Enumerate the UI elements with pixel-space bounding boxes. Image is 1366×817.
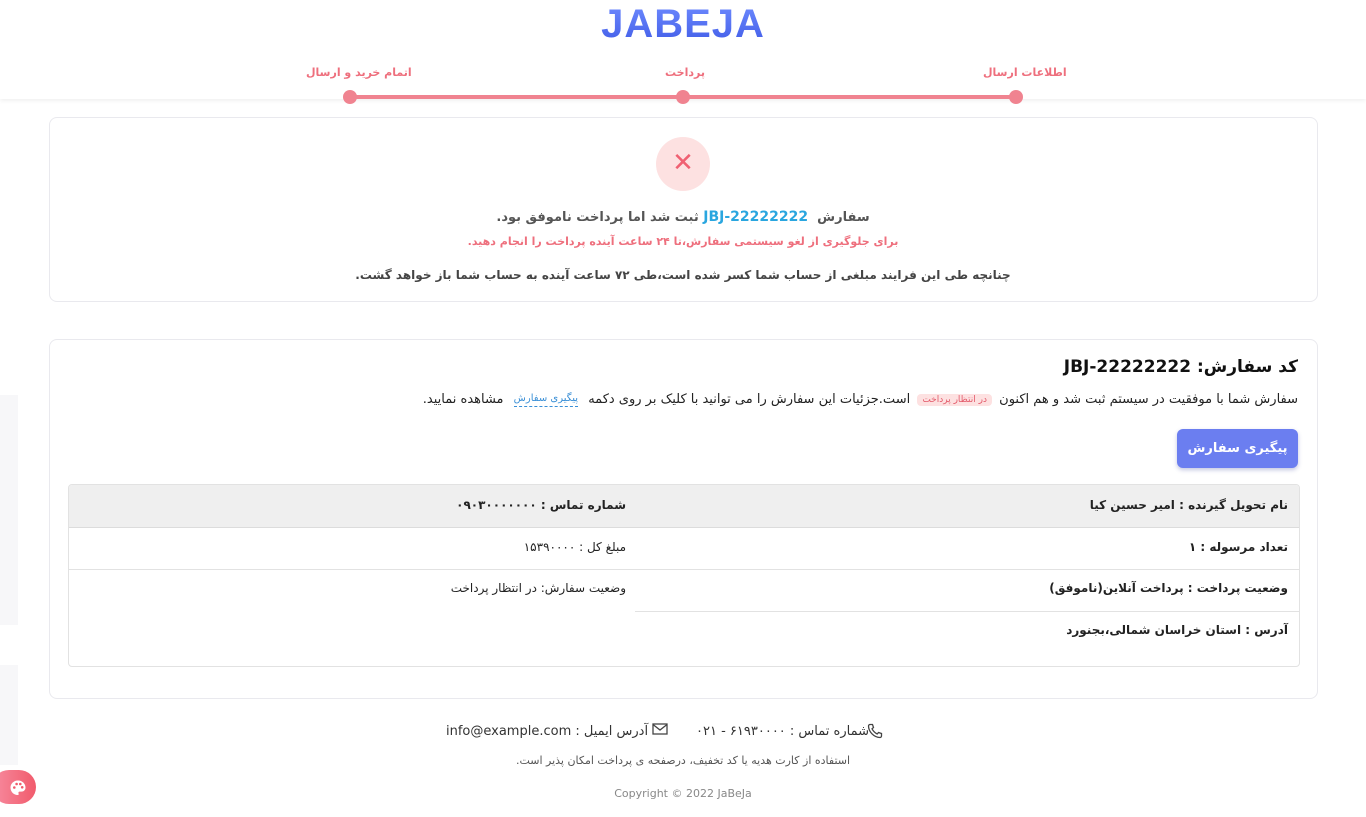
payment-status: وضعیت پرداخت : پرداخت آنلاین(ناموفق) xyxy=(1049,581,1288,595)
step-label-shipping: اطلاعات ارسال xyxy=(983,66,1067,79)
failure-warning: برای جلوگیری از لغو سیستمی سفارش،تا ۲۴ س… xyxy=(467,235,899,248)
footer-email[interactable]: آدرس ایمیل : info@example.com xyxy=(446,724,648,739)
track-order-button[interactable]: پیگیری سفارش xyxy=(1177,429,1298,468)
row-divider xyxy=(635,611,1299,612)
logo[interactable]: JABEJA xyxy=(0,2,1366,47)
track-order-link[interactable]: پیگیری سفارش xyxy=(513,393,579,407)
shipping-address: آدرس : استان خراسان شمالی،بجنورد xyxy=(1066,623,1288,637)
close-icon: ✕ xyxy=(656,137,710,191)
step-label-payment: پرداخت xyxy=(665,66,705,79)
copyright: Copyright © 2022 JaBeJa xyxy=(614,787,752,800)
step-dot-shipping xyxy=(1009,90,1023,104)
row-divider xyxy=(69,569,1299,570)
failure-post: ثبت شد اما پرداخت ناموفق بود. xyxy=(496,210,699,225)
side-panel-edge xyxy=(0,395,18,625)
phone-icon xyxy=(867,723,883,739)
step-label-complete: اتمام خرید و ارسال xyxy=(306,66,412,79)
mail-icon xyxy=(652,722,668,738)
recipient-name: نام تحویل گیرنده : امیر حسین کیا xyxy=(1089,498,1288,512)
order-title: کد سفارش: JBJ-22222222 xyxy=(1063,357,1298,377)
failure-pre: سفارش xyxy=(817,210,870,225)
order-msg-part1: سفارش شما با موفقیت در سیستم ثبت شد و هم… xyxy=(999,392,1298,407)
header: JABEJA اطلاعات ارسال پرداخت اتمام خرید و… xyxy=(0,0,1366,104)
order-msg-part3: مشاهده نمایید. xyxy=(422,392,504,407)
footer-phone: شماره تماس : ۶۱۹۳۰۰۰۰ - ۰۲۱ xyxy=(696,724,869,739)
total-amount: مبلغ کل : ۱۵۳۹۰۰۰۰ xyxy=(523,540,626,554)
package-count: تعداد مرسوله : ۱ xyxy=(1188,540,1288,554)
refund-note: چنانچه طی این فرایند مبلغی از حساب شما ک… xyxy=(355,268,1011,282)
status-badge: در انتظار پرداخت xyxy=(917,393,992,406)
order-msg-part2: است.جزئیات این سفارش را می توانید با کلی… xyxy=(588,392,911,407)
order-details-table: نام تحویل گیرنده : امیر حسین کیا شماره ت… xyxy=(68,484,1300,667)
order-code: JBJ-22222222 xyxy=(703,209,809,225)
step-dot-complete xyxy=(343,90,357,104)
footer-note: استفاده از کارت هدیه یا کد تخفیف، درصفحه… xyxy=(515,754,851,767)
order-status: وضعیت سفارش: در انتظار پرداخت xyxy=(450,581,626,595)
order-message: سفارش شما با موفقیت در سیستم ثبت شد و هم… xyxy=(423,392,1298,407)
step-dot-payment xyxy=(676,90,690,104)
palette-icon[interactable] xyxy=(0,770,36,804)
recipient-phone: شماره تماس : ۰۹۰۳۰۰۰۰۰۰۰ xyxy=(456,498,626,512)
side-panel-edge xyxy=(0,665,18,765)
failure-message: سفارش JBJ-22222222 ثبت شد اما پرداخت نام… xyxy=(50,209,1316,225)
